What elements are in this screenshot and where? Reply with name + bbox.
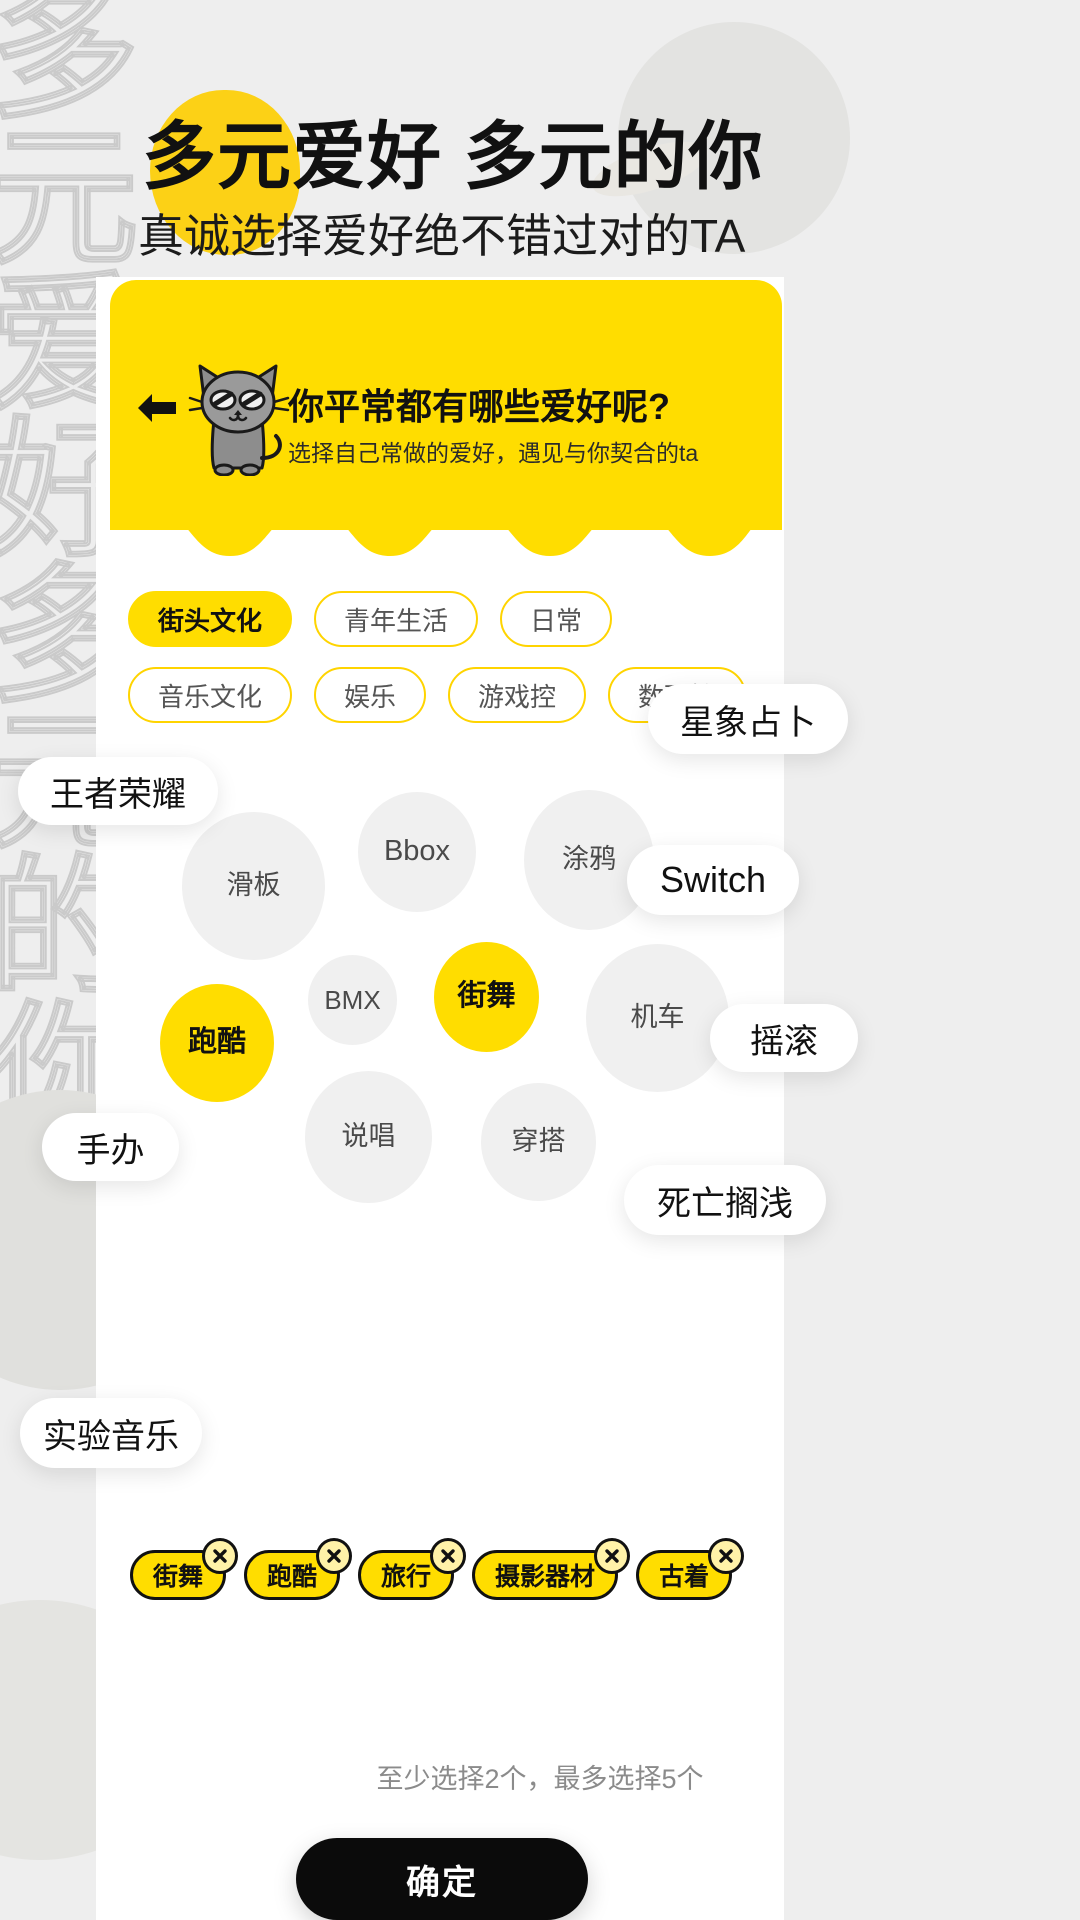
interest-bubble[interactable]: 说唱 xyxy=(305,1071,432,1203)
interest-bubble[interactable]: 跑酷 xyxy=(160,984,274,1102)
interest-bubble[interactable]: 街舞 xyxy=(434,942,539,1052)
question-card: 你平常都有哪些爱好呢? 选择自己常做的爱好，遇见与你契合的ta xyxy=(110,280,782,530)
floating-interest-chip[interactable]: 星象占卜 xyxy=(648,684,848,754)
category-pill[interactable]: 青年生活 xyxy=(314,591,479,647)
close-icon[interactable] xyxy=(708,1538,745,1574)
interest-bubble[interactable]: 机车 xyxy=(586,944,729,1092)
close-icon[interactable] xyxy=(202,1538,239,1574)
floating-interest-chip[interactable]: 摇滚 xyxy=(710,1004,858,1072)
card-question-text: 你平常都有哪些爱好呢? xyxy=(288,386,670,427)
floating-interest-chip[interactable]: 王者荣耀 xyxy=(18,757,218,825)
floating-interest-chip[interactable]: 手办 xyxy=(42,1113,179,1181)
interest-bubble[interactable]: Bbox xyxy=(358,792,476,912)
selected-tag-list: 街舞 跑酷 旅行 摄影器材 古着 xyxy=(130,1538,770,1612)
floating-interest-chip[interactable]: Switch xyxy=(627,845,799,915)
interest-bubble[interactable]: 滑板 xyxy=(182,812,325,960)
selected-tag[interactable]: 古着 xyxy=(636,1538,745,1600)
selected-tag[interactable]: 旅行 xyxy=(358,1538,467,1600)
close-icon[interactable] xyxy=(594,1538,631,1574)
floating-interest-chip[interactable]: 死亡搁浅 xyxy=(624,1165,826,1235)
category-pill[interactable]: 街头文化 xyxy=(128,591,293,647)
category-pill[interactable]: 音乐文化 xyxy=(128,667,293,723)
close-icon[interactable] xyxy=(430,1538,467,1574)
cat-mascot-icon xyxy=(188,358,292,476)
back-arrow-icon[interactable] xyxy=(134,388,180,428)
category-pill[interactable]: 娱乐 xyxy=(314,667,427,723)
card-wave-divider xyxy=(110,498,782,560)
selected-tag[interactable]: 摄影器材 xyxy=(472,1538,631,1600)
selection-hint-text: 至少选择2个，最多选择5个 xyxy=(376,1764,704,1794)
close-icon[interactable] xyxy=(316,1538,353,1574)
confirm-button[interactable]: 确定 xyxy=(296,1838,588,1920)
interest-bubble[interactable]: BMX xyxy=(308,955,397,1045)
page-subtitle: 真诚选择爱好绝不错过对的TA xyxy=(138,210,746,262)
category-pill[interactable]: 游戏控 xyxy=(448,667,587,723)
card-description-text: 选择自己常做的爱好，遇见与你契合的ta xyxy=(288,440,699,466)
floating-interest-chip[interactable]: 实验音乐 xyxy=(20,1398,202,1468)
interest-bubble[interactable]: 穿搭 xyxy=(481,1083,596,1201)
category-pill[interactable]: 日常 xyxy=(500,591,613,647)
selected-tag[interactable]: 跑酷 xyxy=(244,1538,353,1600)
page-title: 多元爱好 多元的你 xyxy=(142,115,764,198)
selected-tag[interactable]: 街舞 xyxy=(130,1538,239,1600)
